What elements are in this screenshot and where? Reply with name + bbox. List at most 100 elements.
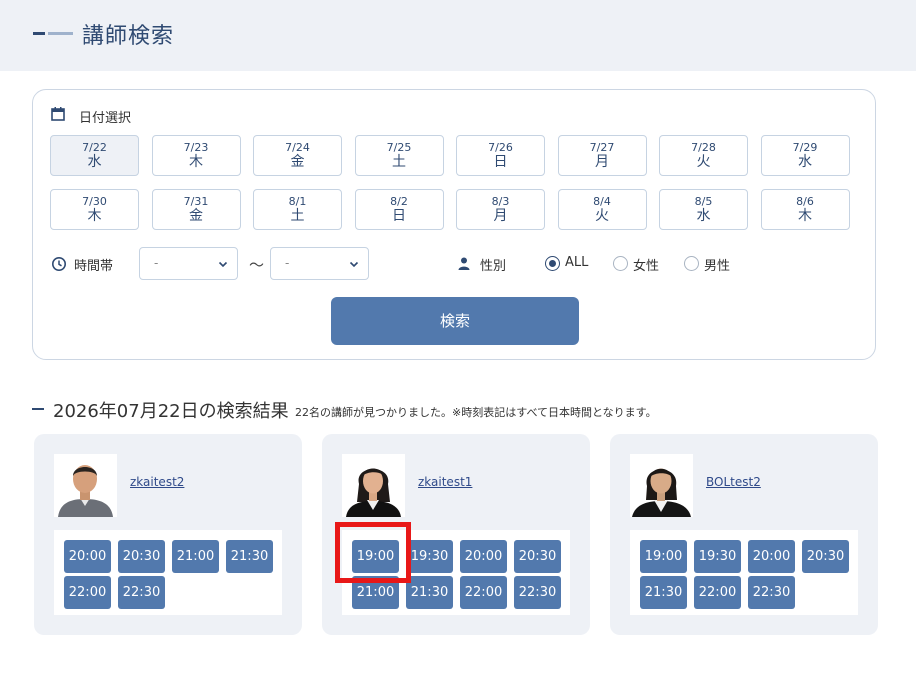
weekday-text: 水 [696,208,711,224]
weekday-text: 日 [392,208,406,224]
time-slot-list: 20:00 20:30 21:00 21:30 22:00 22:30 [54,530,282,615]
gender-option-all[interactable]: ALL [565,255,588,270]
date-button[interactable]: 7/29 水 [760,135,850,176]
date-label: 日付選択 [79,111,132,126]
time-slot-button[interactable]: 22:00 [460,576,507,609]
time-slot-button[interactable]: 20:00 [460,540,507,573]
date-text: 7/22 [82,141,107,154]
date-text: 7/24 [285,141,310,154]
gender-radio-male[interactable] [684,256,699,271]
date-button[interactable]: 7/28 火 [659,135,748,176]
teacher-avatar[interactable] [54,454,117,517]
time-slot-button[interactable]: 21:30 [640,576,687,609]
date-text: 7/30 [82,195,107,208]
date-button[interactable]: 8/4 火 [557,189,647,230]
date-text: 7/31 [183,195,209,208]
time-slot-button[interactable]: 22:30 [748,576,795,609]
calendar-icon [51,107,65,121]
results-decoration [32,408,44,410]
date-button[interactable]: 7/27 月 [557,135,647,176]
date-button[interactable]: 7/31 金 [151,189,241,230]
time-from-value: - [154,256,159,270]
highlight-annotation [335,522,411,583]
teacher-name-link[interactable]: zkaitest2 [130,475,184,489]
time-label: 時間帯 [74,259,114,274]
weekday-text: 木 [189,154,203,170]
date-text: 8/2 [390,195,408,208]
date-button[interactable]: 7/24 金 [253,135,342,176]
time-slot-button[interactable]: 22:00 [694,576,741,609]
time-to-select[interactable]: - [270,247,369,280]
page-header: 講師検索 [0,0,916,71]
weekday-text: 土 [392,154,406,170]
teacher-avatar[interactable] [630,454,693,517]
time-slot-button[interactable]: 19:30 [406,540,453,573]
gender-option-male[interactable]: 男性 [704,255,730,274]
date-text: 7/26 [488,141,513,154]
teacher-name-link[interactable]: zkaitest1 [418,475,472,489]
date-button[interactable]: 7/26 日 [456,135,545,176]
date-text: 7/25 [386,141,412,154]
time-slot-button[interactable]: 20:30 [514,540,561,573]
date-text: 7/23 [183,141,209,154]
time-slot-button[interactable]: 19:00 [640,540,687,573]
chevron-down-icon [349,261,359,268]
date-button[interactable]: 7/23 木 [151,135,241,176]
weekday-text: 日 [493,154,508,170]
date-button[interactable]: 8/2 日 [354,189,444,230]
teacher-card: BOLtest2 19:00 19:30 20:00 20:30 21:30 2… [610,434,878,635]
time-slot-button[interactable]: 20:00 [748,540,795,573]
weekday-text: 水 [87,154,102,170]
time-slot-button[interactable]: 21:30 [226,540,273,573]
time-slot-button[interactable]: 22:00 [64,576,111,609]
date-text: 8/5 [694,195,713,208]
search-panel: 日付選択 7/22 水 7/23 木 7/24 金 7/25 土 7/26 日 7/27 月 7/28 火… [32,89,876,360]
date-text: 7/29 [792,141,818,154]
date-button[interactable]: 7/30 木 [50,189,139,230]
results-title: 2026年07月22日の検索結果 [53,401,289,422]
time-separator: ～ [249,256,265,274]
weekday-text: 火 [696,154,711,170]
date-button[interactable]: 8/5 水 [659,189,748,230]
person-icon [458,257,470,270]
teacher-card: zkaitest2 20:00 20:30 21:00 21:30 22:00 … [34,434,302,635]
time-slot-button[interactable]: 22:30 [118,576,165,609]
time-slot-button[interactable]: 19:30 [694,540,741,573]
title-decoration [33,32,73,35]
date-text: 8/1 [288,195,307,208]
date-text: 7/27 [589,141,615,154]
time-slot-button[interactable]: 21:00 [172,540,219,573]
teacher-avatar[interactable] [342,454,405,517]
time-from-select[interactable]: - [139,247,238,280]
time-slot-button[interactable]: 22:30 [514,576,561,609]
time-to-value: - [285,256,290,270]
date-button[interactable]: 8/6 木 [760,189,850,230]
time-slot-button[interactable]: 20:30 [802,540,849,573]
date-button[interactable]: 8/3 月 [456,189,545,230]
weekday-text: 木 [87,208,102,224]
date-text: 8/6 [796,195,814,208]
date-text: 8/4 [593,195,611,208]
date-text: 8/3 [491,195,510,208]
gender-radio-female[interactable] [613,256,628,271]
search-button[interactable]: 検索 [331,297,579,345]
page-title: 講師検索 [82,24,175,49]
time-slot-button[interactable]: 20:00 [64,540,111,573]
weekday-text: 水 [798,154,812,170]
weekday-text: 金 [189,208,203,224]
time-slot-button[interactable]: 21:30 [406,576,453,609]
time-slot-list: 19:00 19:30 20:00 20:30 21:30 22:00 22:3… [630,530,858,615]
time-slot-button[interactable]: 20:30 [118,540,165,573]
gender-label: 性別 [480,259,507,274]
teacher-name-link[interactable]: BOLtest2 [706,475,761,489]
date-button[interactable]: 7/22 水 [50,135,139,176]
date-text: 7/28 [691,141,716,154]
gender-option-female[interactable]: 女性 [633,255,659,274]
date-button[interactable]: 7/25 土 [354,135,444,176]
date-button[interactable]: 8/1 土 [253,189,342,230]
gender-radio-all[interactable] [545,256,560,271]
weekday-text: 月 [595,154,609,170]
weekday-text: 火 [595,208,609,224]
weekday-text: 月 [493,208,508,224]
chevron-down-icon [218,261,228,268]
